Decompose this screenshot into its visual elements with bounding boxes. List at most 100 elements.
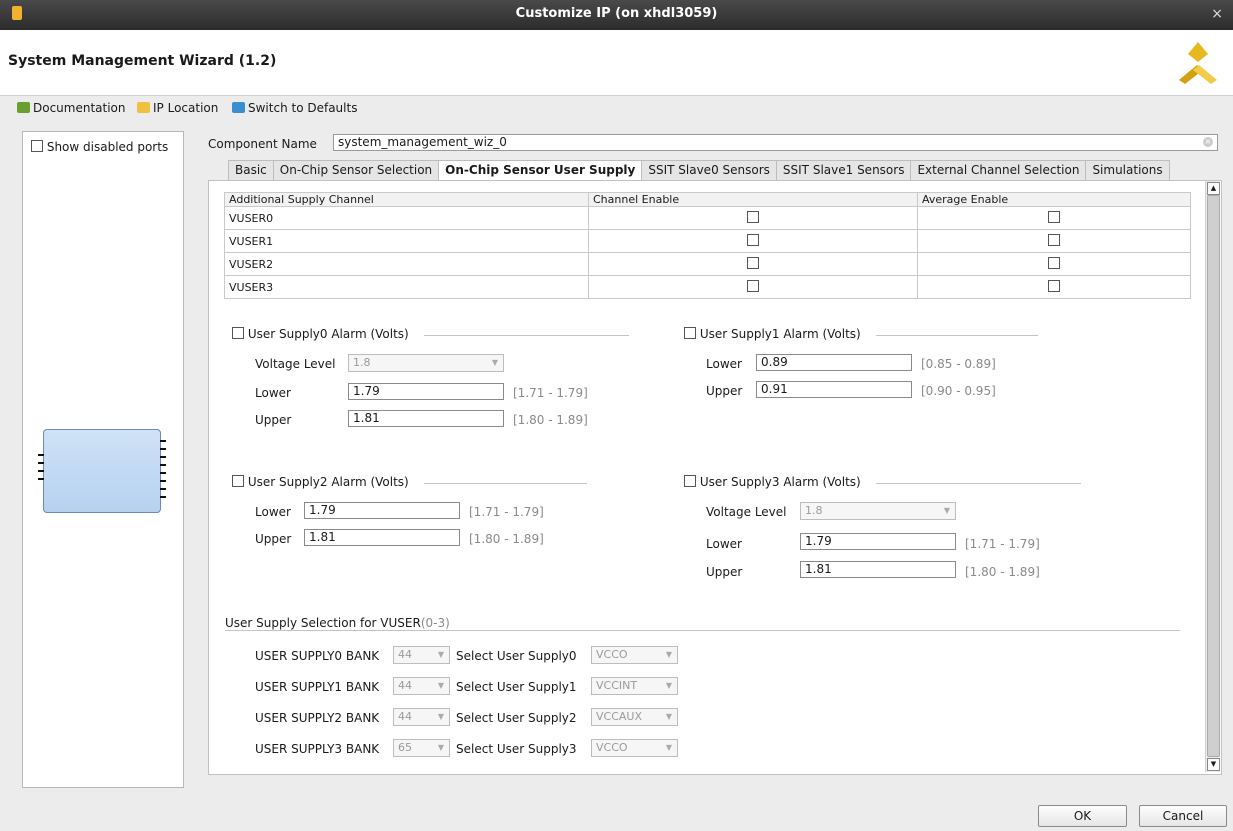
port-pin bbox=[38, 462, 44, 464]
supply1-lower-range: [0.85 - 0.89] bbox=[921, 357, 996, 371]
tab-on-chip-sensor-selection[interactable]: On-Chip Sensor Selection bbox=[272, 160, 440, 180]
cancel-button[interactable]: Cancel bbox=[1139, 805, 1227, 827]
chevron-down-icon: ▼ bbox=[437, 681, 444, 690]
supply0-value: VCCO bbox=[596, 648, 628, 661]
bank1-select[interactable]: 44 ▼ bbox=[393, 677, 450, 695]
bank2-label: USER SUPPLY2 BANK bbox=[255, 711, 380, 725]
table-row: VUSER0 bbox=[224, 206, 1191, 230]
channel-enable-checkbox[interactable] bbox=[747, 280, 759, 292]
supply1-select[interactable]: VCCINT ▼ bbox=[591, 677, 678, 695]
channel-enable-cell bbox=[588, 206, 918, 230]
supply0-group-header[interactable]: User Supply0 Alarm (Volts) bbox=[232, 327, 409, 341]
supply2-select[interactable]: VCCAUX ▼ bbox=[591, 708, 678, 726]
switch-defaults-button[interactable]: Switch to Defaults bbox=[232, 101, 357, 115]
supply3-voltage-level-select[interactable]: 1.8 ▼ bbox=[800, 502, 956, 520]
supply1-value: VCCINT bbox=[596, 679, 638, 692]
supply1-alarm-checkbox[interactable] bbox=[684, 327, 696, 339]
ip-symbol bbox=[38, 429, 166, 513]
supply2-group-header[interactable]: User Supply2 Alarm (Volts) bbox=[232, 475, 409, 489]
supply1-upper-input[interactable]: 0.91 bbox=[756, 381, 912, 398]
supply-select3-label: Select User Supply3 bbox=[456, 742, 577, 756]
tab-simulations[interactable]: Simulations bbox=[1085, 160, 1170, 180]
channel-enable-cell bbox=[588, 275, 918, 299]
channel-enable-checkbox[interactable] bbox=[747, 234, 759, 246]
switch-defaults-label: Switch to Defaults bbox=[248, 101, 358, 115]
folder-icon bbox=[137, 102, 150, 113]
supply2-lower-input[interactable]: 1.79 bbox=[304, 502, 460, 519]
supply1-lower-input[interactable]: 0.89 bbox=[756, 354, 912, 371]
supply3-select[interactable]: VCCO ▼ bbox=[591, 739, 678, 757]
clear-icon[interactable]: × bbox=[1203, 137, 1213, 147]
supply3-lower-range: [1.71 - 1.79] bbox=[965, 537, 1040, 551]
supply2-upper-input[interactable]: 1.81 bbox=[304, 529, 460, 546]
tab-external-channel-selection[interactable]: External Channel Selection bbox=[910, 160, 1087, 180]
supply0-title: User Supply0 Alarm (Volts) bbox=[247, 327, 409, 341]
average-enable-checkbox[interactable] bbox=[1048, 280, 1060, 292]
scroll-down-icon[interactable]: ▼ bbox=[1207, 758, 1220, 771]
bank2-select[interactable]: 44 ▼ bbox=[393, 708, 450, 726]
tab-on-chip-sensor-user-supply[interactable]: On-Chip Sensor User Supply bbox=[438, 160, 643, 181]
supply3-alarm-checkbox[interactable] bbox=[684, 475, 696, 487]
table-row: VUSER1 bbox=[224, 229, 1191, 253]
supply1-upper-label: Upper bbox=[706, 384, 743, 398]
component-name-value: system_management_wiz_0 bbox=[338, 135, 507, 149]
port-pin bbox=[160, 472, 166, 474]
scrollbar-thumb[interactable] bbox=[1207, 195, 1220, 757]
ok-button[interactable]: OK bbox=[1038, 805, 1127, 827]
show-disabled-ports-checkbox[interactable] bbox=[31, 140, 43, 152]
channel-enable-checkbox[interactable] bbox=[747, 211, 759, 223]
channel-enable-checkbox[interactable] bbox=[747, 257, 759, 269]
supply3-lower-input[interactable]: 1.79 bbox=[800, 533, 956, 550]
supply0-alarm-checkbox[interactable] bbox=[232, 327, 244, 339]
supply2-alarm-checkbox[interactable] bbox=[232, 475, 244, 487]
average-enable-cell bbox=[917, 275, 1191, 299]
supply-select0-label: Select User Supply0 bbox=[456, 649, 577, 663]
component-name-input[interactable]: system_management_wiz_0 × bbox=[333, 134, 1218, 151]
column-header: Additional Supply Channel bbox=[224, 192, 589, 207]
book-icon bbox=[17, 102, 30, 113]
supply0-lower-label: Lower bbox=[255, 386, 291, 400]
group-divider bbox=[876, 335, 1038, 336]
average-enable-checkbox[interactable] bbox=[1048, 211, 1060, 223]
supply3-group-header[interactable]: User Supply3 Alarm (Volts) bbox=[684, 475, 861, 489]
column-header: Average Enable bbox=[917, 192, 1191, 207]
average-enable-checkbox[interactable] bbox=[1048, 257, 1060, 269]
close-icon[interactable]: × bbox=[1211, 6, 1223, 22]
supply3-value: VCCO bbox=[596, 741, 628, 754]
supply0-voltage-level-select[interactable]: 1.8 ▼ bbox=[348, 354, 504, 372]
supply3-upper-label: Upper bbox=[706, 565, 743, 579]
channel-enable-cell bbox=[588, 229, 918, 253]
ip-location-button[interactable]: IP Location bbox=[137, 101, 218, 115]
scroll-up-icon[interactable]: ▲ bbox=[1207, 182, 1220, 195]
bank3-select[interactable]: 65 ▼ bbox=[393, 739, 450, 757]
tab-basic[interactable]: Basic bbox=[228, 160, 274, 180]
tab-ssit-slave1-sensors[interactable]: SSIT Slave1 Sensors bbox=[775, 160, 912, 180]
channel-name: VUSER0 bbox=[224, 206, 589, 230]
chevron-down-icon: ▼ bbox=[491, 358, 498, 367]
supply3-upper-range: [1.80 - 1.89] bbox=[965, 565, 1040, 579]
average-enable-checkbox[interactable] bbox=[1048, 234, 1060, 246]
supply0-upper-input[interactable]: 1.81 bbox=[348, 410, 504, 427]
supply3-upper-input[interactable]: 1.81 bbox=[800, 561, 956, 578]
supply0-lower-input[interactable]: 1.79 bbox=[348, 383, 504, 400]
supply2-lower-label: Lower bbox=[255, 505, 291, 519]
wizard-header: System Management Wizard (1.2) bbox=[0, 30, 1233, 96]
supply1-group-header[interactable]: User Supply1 Alarm (Volts) bbox=[684, 327, 861, 341]
documentation-button[interactable]: Documentation bbox=[17, 101, 126, 115]
documentation-label: Documentation bbox=[33, 101, 126, 115]
chevron-down-icon: ▼ bbox=[437, 650, 444, 659]
vertical-scrollbar[interactable]: ▲ ▼ bbox=[1205, 181, 1220, 772]
refresh-icon bbox=[232, 102, 245, 113]
bank3-value: 65 bbox=[398, 741, 412, 754]
supply0-select[interactable]: VCCO ▼ bbox=[591, 646, 678, 664]
chevron-down-icon: ▼ bbox=[943, 506, 950, 515]
port-pin bbox=[38, 454, 44, 456]
port-pin bbox=[160, 496, 166, 498]
bank0-select[interactable]: 44 ▼ bbox=[393, 646, 450, 664]
section-divider bbox=[225, 630, 1180, 631]
tab-ssit-slave0-sensors[interactable]: SSIT Slave0 Sensors bbox=[641, 160, 777, 180]
supply1-title: User Supply1 Alarm (Volts) bbox=[699, 327, 861, 341]
show-disabled-ports[interactable]: Show disabled ports bbox=[31, 140, 168, 154]
port-pin bbox=[160, 488, 166, 490]
chevron-down-icon: ▼ bbox=[437, 712, 444, 721]
